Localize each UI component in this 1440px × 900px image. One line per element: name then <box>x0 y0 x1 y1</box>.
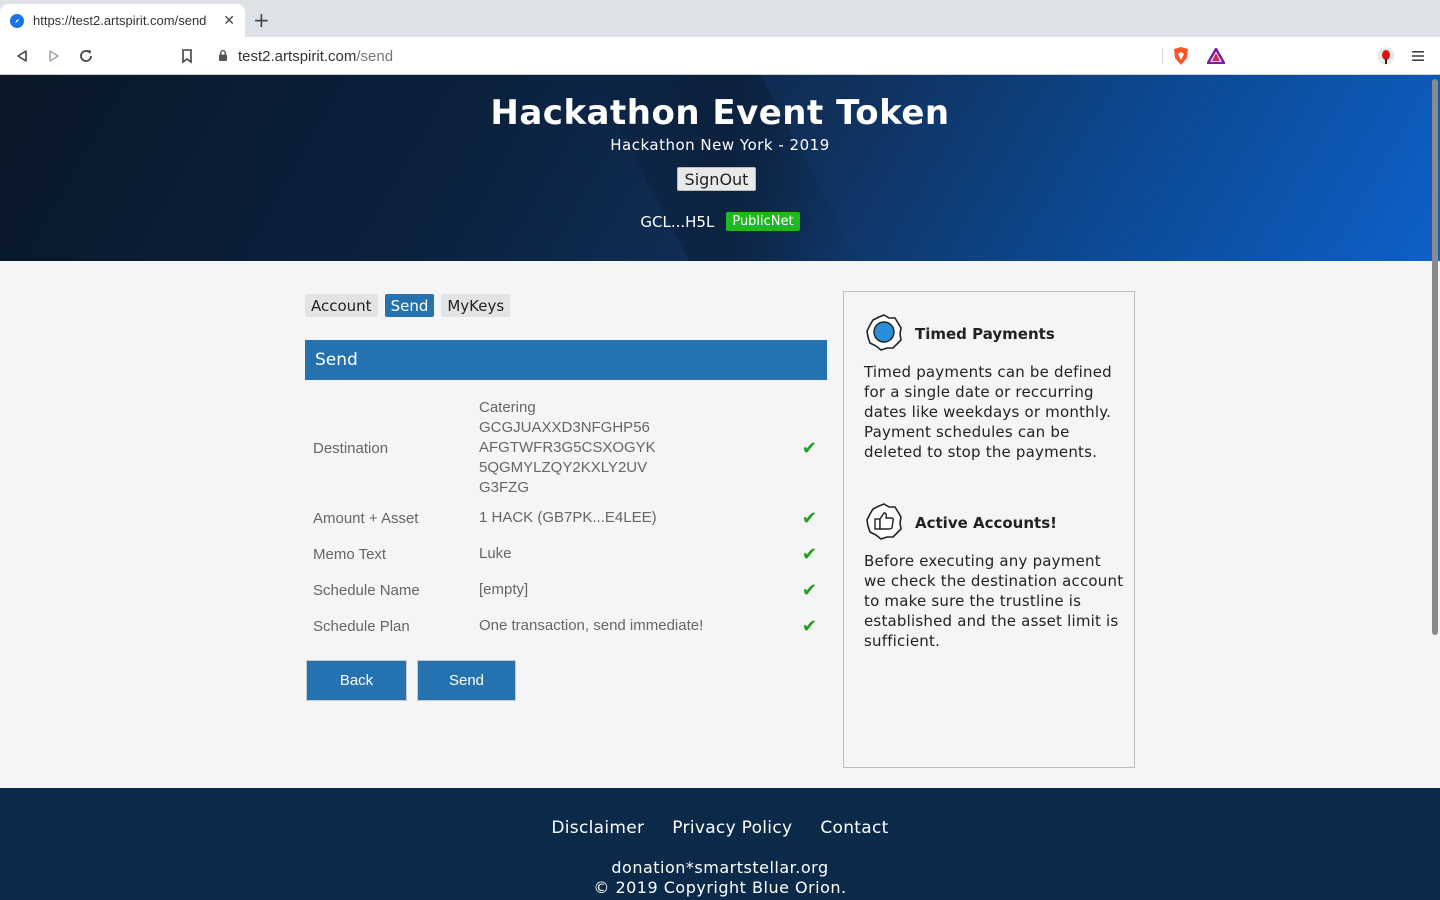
row-schedule-name: Schedule Name [empty] ✔ <box>305 572 827 608</box>
schedule-name-value: [empty] <box>479 581 529 598</box>
clock-badge-icon <box>864 312 904 356</box>
compass-icon <box>10 13 24 28</box>
memo-value: Luke <box>479 545 512 562</box>
send-button[interactable]: Send <box>417 660 516 701</box>
footer-links: Disclaimer Privacy Policy Contact <box>0 818 1440 838</box>
info-box: Timed Payments Timed payments can be def… <box>843 291 1135 768</box>
lock-icon <box>218 47 228 66</box>
checkmark-icon: ✔ <box>801 615 817 636</box>
address-bar[interactable]: test2.artspirit.com/send <box>206 42 1234 70</box>
row-destination: Destination Catering GCGJUAXXD3NFGHP56 A… <box>305 396 827 500</box>
timed-payments-title: Timed Payments <box>915 325 1055 343</box>
page-title: Hackathon Event Token <box>490 93 950 133</box>
privacy-policy-link[interactable]: Privacy Policy <box>672 818 792 838</box>
donation-address: donation*smartstellar.org <box>611 858 829 877</box>
account-id: GCL...H5L <box>640 212 715 231</box>
new-tab-icon[interactable]: + <box>253 8 270 32</box>
menu-icon[interactable] <box>1408 46 1428 66</box>
active-accounts-heading: Active Accounts! <box>864 501 1057 545</box>
copyright-text: © 2019 Copyright Blue Orion. <box>593 878 847 897</box>
disclaimer-link[interactable]: Disclaimer <box>551 818 644 838</box>
signout-button[interactable]: SignOut <box>677 167 756 191</box>
scrollbar-thumb[interactable] <box>1432 79 1438 635</box>
checkmark-icon: ✔ <box>801 437 817 458</box>
send-panel-header: Send <box>305 340 827 380</box>
site-footer: Disclaimer Privacy Policy Contact donati… <box>0 788 1440 900</box>
page-subtitle: Hackathon New York - 2019 <box>610 136 830 154</box>
row-amount: Amount + Asset 1 HACK (GB7PK...E4LEE) ✔ <box>305 500 827 536</box>
checkmark-icon: ✔ <box>801 579 817 600</box>
browser-toolbar: test2.artspirit.com/send <box>0 37 1440 75</box>
amount-label: Amount + Asset <box>313 509 419 527</box>
brave-shield-icon[interactable] <box>1171 46 1191 66</box>
site-header: Hackathon Event Token Hackathon New York… <box>0 75 1440 261</box>
active-accounts-title: Active Accounts! <box>915 514 1057 532</box>
checkmark-icon: ✔ <box>801 507 817 528</box>
browser-tab[interactable]: https://test2.artspirit.com/send ✕ <box>0 4 245 37</box>
active-accounts-text: Before executing any payment we check th… <box>864 552 1124 650</box>
contact-link[interactable]: Contact <box>820 818 888 838</box>
tab-send[interactable]: Send <box>384 294 435 317</box>
omnibox-divider <box>1162 48 1163 64</box>
checkmark-icon: ✔ <box>801 543 817 564</box>
timed-payments-heading: Timed Payments <box>864 312 1055 356</box>
reload-icon[interactable] <box>75 45 97 67</box>
page-scrollbar[interactable] <box>1430 75 1440 900</box>
destination-name: Catering <box>479 399 536 416</box>
tab-title: https://test2.artspirit.com/send <box>33 13 207 28</box>
close-icon[interactable]: ✕ <box>223 13 235 29</box>
row-memo: Memo Text Luke ✔ <box>305 536 827 572</box>
schedule-plan-value: One transaction, send immediate! <box>479 617 704 634</box>
url-text: test2.artspirit.com/send <box>238 47 394 65</box>
schedule-name-label: Schedule Name <box>313 581 420 599</box>
tab-account[interactable]: Account <box>305 294 378 317</box>
timed-payments-text: Timed payments can be defined for a sing… <box>864 363 1112 461</box>
tab-mykeys[interactable]: MyKeys <box>441 294 511 317</box>
profile-avatar-icon[interactable] <box>1376 46 1396 66</box>
amount-value: 1 HACK (GB7PK...E4LEE) <box>479 509 657 526</box>
account-line: GCL...H5L PublicNet <box>0 212 1440 231</box>
memo-label: Memo Text <box>313 545 387 563</box>
send-summary: Destination Catering GCGJUAXXD3NFGHP56 A… <box>305 396 827 644</box>
forward-arrow-icon[interactable] <box>43 45 65 67</box>
destination-key-line: GCGJUAXXD3NFGHP56 <box>479 419 650 436</box>
destination-value: Catering GCGJUAXXD3NFGHP56 AFGTWFR3G5CSX… <box>479 398 799 498</box>
thumbs-up-icon <box>864 501 904 545</box>
destination-key-line: AFGTWFR3G5CSXOGYK <box>479 439 656 456</box>
browser-tabstrip: https://test2.artspirit.com/send ✕ + <box>0 0 1440 37</box>
schedule-plan-label: Schedule Plan <box>313 617 410 635</box>
main-tabs: Account Send MyKeys <box>305 294 511 317</box>
network-badge: PublicNet <box>726 212 800 231</box>
back-button[interactable]: Back <box>306 660 407 701</box>
bookmark-icon[interactable] <box>176 45 198 67</box>
row-schedule-plan: Schedule Plan One transaction, send imme… <box>305 608 827 644</box>
brave-rewards-icon[interactable] <box>1206 46 1226 66</box>
back-arrow-icon[interactable] <box>11 45 33 67</box>
destination-key-line: 5QGMYLZQY2KXLY2UV <box>479 459 648 476</box>
destination-key-line: G3FZG <box>479 479 530 496</box>
destination-label: Destination <box>313 439 389 457</box>
